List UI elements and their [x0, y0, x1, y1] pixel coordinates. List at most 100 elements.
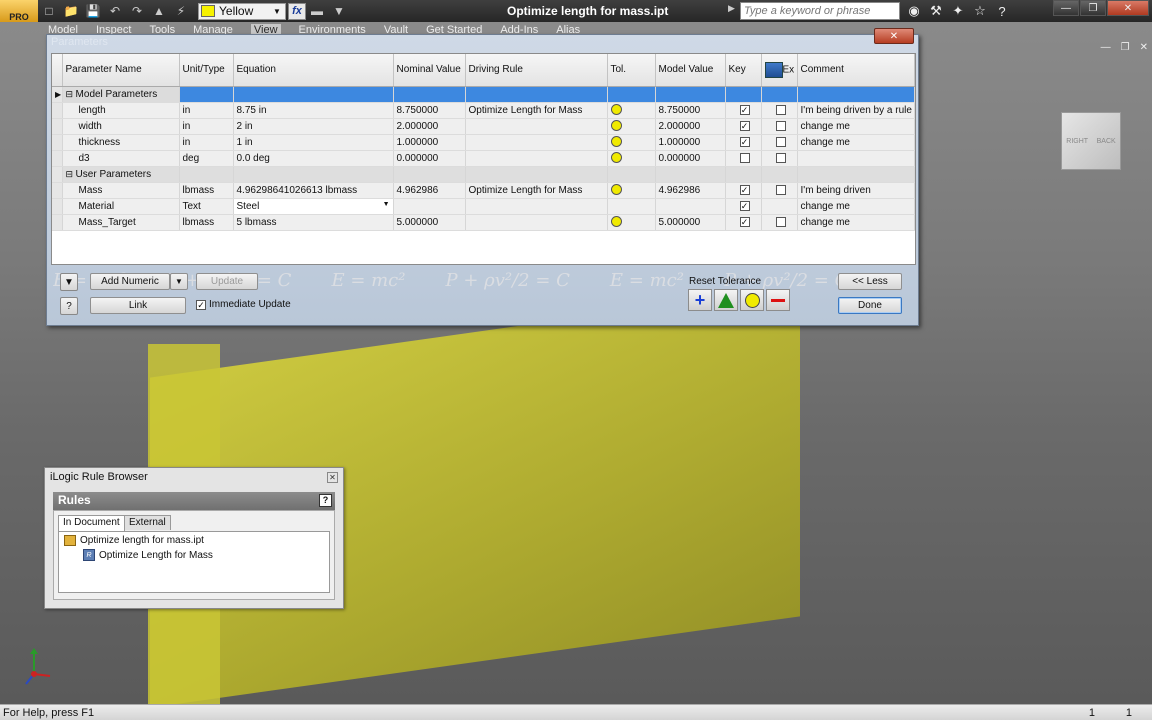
table-row[interactable]: length in 8.75 in 8.750000 Optimize Length f… [52, 102, 915, 119]
col-header-key[interactable]: Key [725, 54, 762, 87]
restore-button[interactable]: ❐ [1080, 0, 1106, 16]
application-menu-button[interactable]: PRO [0, 0, 38, 22]
row-selector[interactable] [52, 118, 63, 135]
update-icon[interactable]: ⚡ [172, 3, 190, 19]
lower-tolerance-button[interactable] [766, 289, 790, 311]
table-row[interactable]: Mass lbmass 4.96298641026613 lbmass 4.96298… [52, 182, 915, 199]
parameter-unit[interactable]: deg [179, 150, 234, 167]
row-selector[interactable] [52, 166, 63, 183]
parameter-tolerance[interactable] [607, 182, 656, 199]
row-selector[interactable] [52, 182, 63, 199]
row-selector[interactable] [52, 214, 63, 231]
filter-icon[interactable]: ▼ [60, 273, 78, 291]
viewcube-face-right[interactable]: RIGHT [1066, 138, 1088, 145]
table-row[interactable]: width in 2 in 2.000000 2.000000 ✓ change me [52, 118, 915, 135]
doc-minimize-icon[interactable]: — [1101, 42, 1111, 53]
undo-icon[interactable]: ↶ [106, 3, 124, 19]
row-selector[interactable] [52, 198, 63, 215]
parameter-comment[interactable]: I'm being driven [797, 182, 915, 199]
close-window-button[interactable]: ✕ [1107, 0, 1149, 16]
wrench-icon[interactable]: ⚒ [927, 2, 945, 20]
row-selector[interactable]: ▶ [52, 86, 63, 103]
parameter-comment[interactable]: change me [797, 214, 915, 231]
help-icon[interactable]: ? [319, 494, 332, 507]
parameter-name[interactable]: Mass [62, 182, 180, 199]
export-checkbox[interactable] [775, 216, 786, 227]
parameter-unit[interactable]: in [179, 102, 234, 119]
select-icon[interactable]: ▲ [150, 3, 168, 19]
parameter-tolerance[interactable] [607, 102, 656, 119]
key-checkbox[interactable]: ✓ [739, 120, 750, 131]
export-checkbox[interactable] [775, 136, 786, 147]
row-selector[interactable] [52, 102, 63, 119]
parameter-unit[interactable]: lbmass [179, 182, 234, 199]
redo-icon[interactable]: ↷ [128, 3, 146, 19]
parameter-comment[interactable]: I'm being driven by a rule [797, 102, 915, 119]
tree-item-document[interactable]: Optimize length for mass.ipt [64, 535, 204, 546]
export-checkbox[interactable] [775, 104, 786, 115]
parameter-equation[interactable]: 0.0 deg [233, 150, 394, 167]
binoculars-icon[interactable]: ◉ [905, 2, 923, 20]
parameter-name[interactable]: Mass_Target [62, 214, 180, 231]
col-header-name[interactable]: Parameter Name [62, 54, 180, 87]
group-label[interactable]: ⊟ User Parameters [62, 166, 180, 183]
measure-icon[interactable]: ▬ [308, 3, 326, 19]
tab-in-document[interactable]: In Document [58, 515, 125, 531]
parameter-comment[interactable]: change me [797, 198, 915, 215]
close-icon[interactable]: ✕ [327, 472, 338, 483]
parameter-equation[interactable]: 5 lbmass [233, 214, 394, 231]
parameter-tolerance[interactable] [607, 134, 656, 151]
collapse-toggle-icon[interactable]: ⊟ [66, 169, 76, 179]
group-row[interactable]: ⊟ User Parameters [52, 166, 915, 183]
parameter-tolerance[interactable] [607, 118, 656, 135]
parameters-fx-icon[interactable]: fx [288, 2, 306, 20]
key-checkbox[interactable]: ✓ [739, 184, 750, 195]
key-checkbox[interactable] [739, 152, 750, 163]
parameter-name[interactable]: d3 [62, 150, 180, 167]
more-tools-icon[interactable]: ▼ [330, 3, 348, 19]
add-numeric-button[interactable]: Add Numeric [90, 273, 170, 290]
parameter-unit[interactable]: in [179, 134, 234, 151]
minimize-button[interactable]: — [1053, 0, 1079, 16]
row-selector[interactable] [52, 150, 63, 167]
help-icon[interactable]: ? [60, 297, 78, 315]
immediate-update-checkbox[interactable]: ✓ [196, 299, 206, 310]
open-icon[interactable]: 📁 [62, 3, 80, 19]
parameter-tolerance[interactable] [607, 214, 656, 231]
table-row[interactable]: thickness in 1 in 1.000000 1.000000 ✓ change m… [52, 134, 915, 151]
parameter-equation[interactable]: 2 in [233, 118, 394, 135]
search-input[interactable]: Type a keyword or phrase [740, 2, 900, 20]
upper-tolerance-button[interactable]: + [688, 289, 712, 311]
done-button[interactable]: Done [838, 297, 902, 314]
key-checkbox[interactable]: ✓ [739, 200, 750, 211]
parameter-unit[interactable]: in [179, 118, 234, 135]
col-header-nominal[interactable]: Nominal Value [393, 54, 466, 87]
parameter-unit[interactable]: Text [179, 198, 234, 215]
doc-close-icon[interactable]: ✕ [1140, 42, 1148, 53]
new-icon[interactable]: □ [40, 3, 58, 19]
parameter-comment[interactable]: change me [797, 134, 915, 151]
export-checkbox[interactable] [775, 152, 786, 163]
update-button[interactable]: Update [196, 273, 258, 290]
col-header-equation[interactable]: Equation [233, 54, 394, 87]
help-icon[interactable]: ? [993, 2, 1011, 20]
search-expand-icon[interactable]: ▶ [728, 3, 740, 19]
parameter-equation[interactable]: Steel ▼ [233, 198, 394, 215]
key-checkbox[interactable]: ✓ [739, 136, 750, 147]
export-checkbox[interactable] [775, 120, 786, 131]
parameter-name[interactable]: Material [62, 198, 180, 215]
parameter-name[interactable]: width [62, 118, 180, 135]
group-row[interactable]: ▶ ⊟ Model Parameters [52, 86, 915, 103]
export-checkbox[interactable] [775, 184, 786, 195]
parameter-comment[interactable] [797, 150, 915, 167]
table-row[interactable]: Mass_Target lbmass 5 lbmass 5.000000 5.00000… [52, 214, 915, 231]
row-selector[interactable] [52, 134, 63, 151]
key-checkbox[interactable]: ✓ [739, 216, 750, 227]
table-row[interactable]: Material Text Steel ▼ ✓ change me [52, 198, 915, 215]
collapse-toggle-icon[interactable]: ⊟ [66, 89, 76, 99]
median-tolerance-button[interactable] [714, 289, 738, 311]
chevron-down-icon[interactable]: ▼ [383, 201, 390, 208]
link-button[interactable]: Link [90, 297, 186, 314]
parameter-equation[interactable]: 1 in [233, 134, 394, 151]
table-row[interactable]: d3 deg 0.0 deg 0.000000 0.000000 [52, 150, 915, 167]
